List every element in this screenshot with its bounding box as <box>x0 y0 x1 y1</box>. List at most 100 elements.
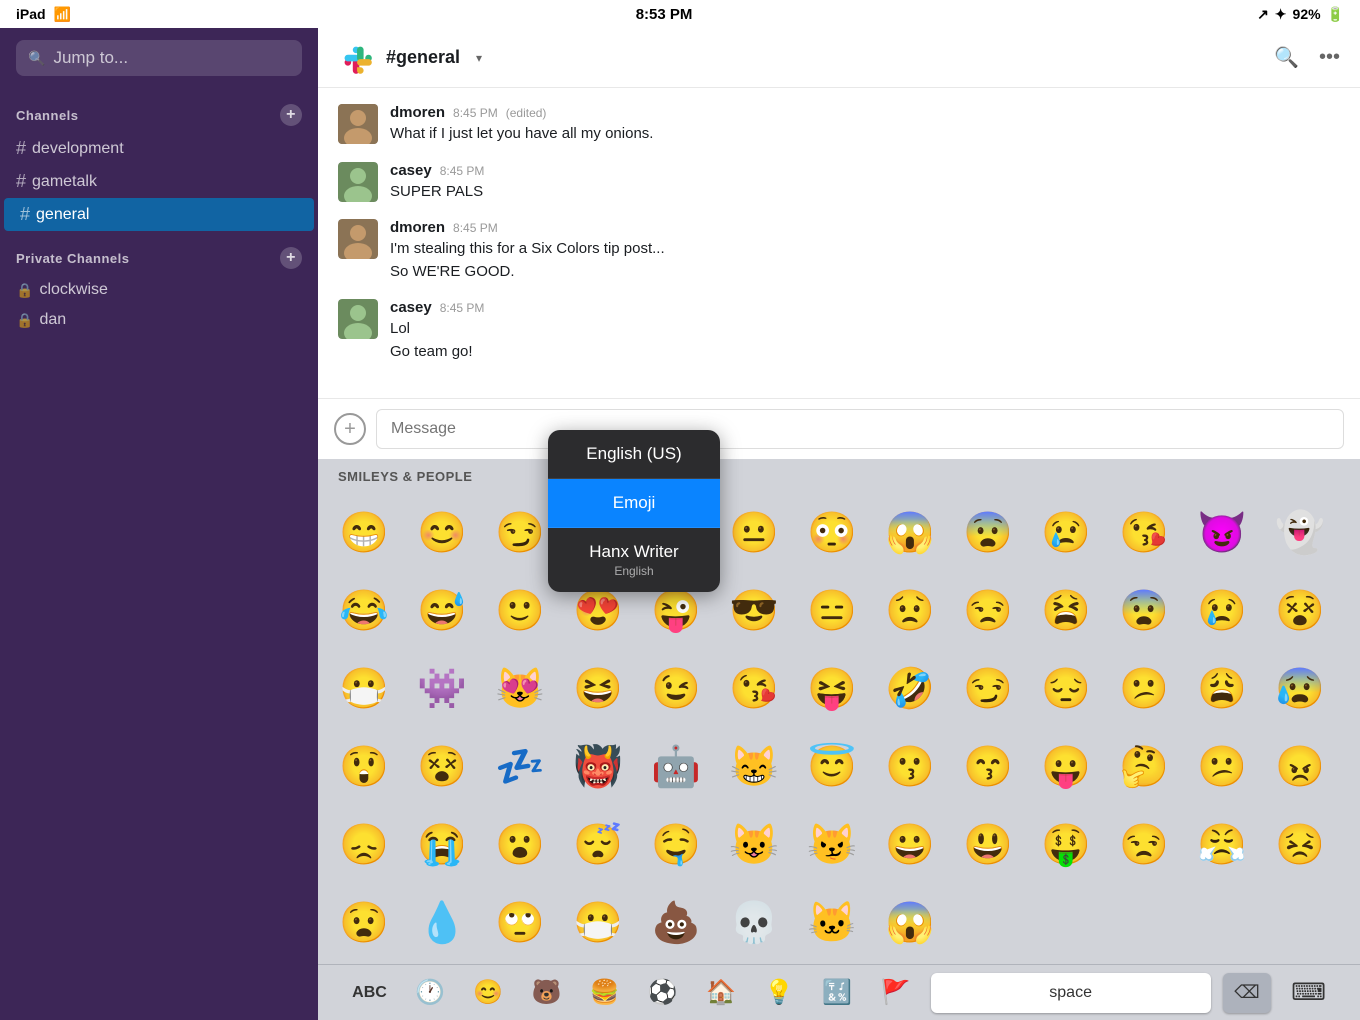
emoji-cell[interactable]: 😵 <box>404 728 480 804</box>
emoji-cell[interactable]: 😙 <box>950 728 1026 804</box>
emoji-cell[interactable]: 😕 <box>1184 728 1260 804</box>
emoji-cell[interactable]: 😟 <box>872 572 948 648</box>
emoji-cell[interactable]: 😰 <box>1262 650 1338 726</box>
emoji-cell[interactable]: 😘 <box>1106 494 1182 570</box>
emoji-cell[interactable]: 😉 <box>638 650 714 726</box>
emoji-cell[interactable]: 👻 <box>1262 494 1338 570</box>
emoji-cell[interactable]: 😣 <box>1262 806 1338 882</box>
flags-tab-button[interactable]: 🚩 <box>872 974 918 1011</box>
emoji-cell[interactable]: 🤖 <box>638 728 714 804</box>
emoji-cell[interactable]: 😷 <box>560 884 636 960</box>
emoji-cell[interactable]: 😐 <box>716 494 792 570</box>
emoji-cell[interactable]: 💤 <box>482 728 558 804</box>
keyboard-dismiss-icon[interactable]: ⌨ <box>1283 974 1334 1011</box>
emoji-cell[interactable]: 😨 <box>1106 572 1182 648</box>
keyboard-toolbar: ABC 🕐 😊 🐻 🍔 ⚽ 🏠 💡 🔣 🚩 space ⌫ ⌨ <box>318 964 1360 1020</box>
emoji-cell[interactable]: 😗 <box>872 728 948 804</box>
emoji-cell[interactable]: 😫 <box>1028 572 1104 648</box>
message-input[interactable] <box>376 409 1344 449</box>
emoji-cell[interactable]: 😏 <box>950 650 1026 726</box>
more-options-icon[interactable]: ••• <box>1319 46 1340 69</box>
emoji-cell[interactable]: 💩 <box>638 884 714 960</box>
emoji-cell[interactable]: 😼 <box>794 806 870 882</box>
sidebar-item-gametalk[interactable]: # gametalk <box>0 165 318 198</box>
emoji-cell[interactable]: 😒 <box>950 572 1026 648</box>
emoji-cell[interactable]: 👾 <box>404 650 480 726</box>
emoji-cell[interactable]: 😁 <box>326 494 402 570</box>
channel-dropdown-icon[interactable]: ▾ <box>476 51 482 65</box>
symbols-tab-button[interactable]: 🔣 <box>814 974 860 1011</box>
smiley-tab-button[interactable]: 😊 <box>465 974 511 1011</box>
emoji-cell[interactable]: 💧 <box>404 884 480 960</box>
emoji-cell[interactable]: 😠 <box>1262 728 1338 804</box>
emoji-cell[interactable]: 😮 <box>482 806 558 882</box>
emoji-cell[interactable]: 😆 <box>560 650 636 726</box>
emoji-cell[interactable]: 🙄 <box>482 884 558 960</box>
recent-emoji-button[interactable]: 🕐 <box>407 974 453 1011</box>
message-time: 8:45 PM <box>440 164 485 178</box>
add-private-channel-button[interactable]: + <box>280 247 302 269</box>
emoji-cell[interactable]: 😘 <box>716 650 792 726</box>
sidebar-item-clockwise[interactable]: 🔒 clockwise <box>0 275 318 305</box>
emoji-cell[interactable]: 😃 <box>950 806 1026 882</box>
emoji-cell[interactable]: 😢 <box>1184 572 1260 648</box>
emoji-cell[interactable]: 😷 <box>326 650 402 726</box>
emoji-cell[interactable]: 😱 <box>872 884 948 960</box>
travel-tab-button[interactable]: 🏠 <box>698 974 744 1011</box>
emoji-cell[interactable]: 😲 <box>326 728 402 804</box>
emoji-cell[interactable]: 😈 <box>1184 494 1260 570</box>
emoji-cell[interactable]: 😇 <box>794 728 870 804</box>
emoji-cell[interactable]: 😢 <box>1028 494 1104 570</box>
delete-button[interactable]: ⌫ <box>1223 973 1271 1013</box>
emoji-cell[interactable]: 🤤 <box>638 806 714 882</box>
emoji-cell[interactable]: 😅 <box>404 572 480 648</box>
emoji-cell[interactable]: 😤 <box>1184 806 1260 882</box>
emoji-cell[interactable]: 😒 <box>1106 806 1182 882</box>
search-header-icon[interactable]: 🔍 <box>1274 45 1299 70</box>
emoji-cell[interactable]: 👹 <box>560 728 636 804</box>
add-channel-button[interactable]: + <box>280 104 302 126</box>
emoji-cell[interactable]: 😑 <box>794 572 870 648</box>
emoji-cell[interactable]: 😱 <box>872 494 948 570</box>
emoji-cell[interactable]: 😊 <box>404 494 480 570</box>
emoji-cell[interactable]: 😔 <box>1028 650 1104 726</box>
emoji-cell[interactable]: 💀 <box>716 884 792 960</box>
emoji-cell[interactable]: 🤣 <box>872 650 948 726</box>
sidebar-item-development[interactable]: # development <box>0 132 318 165</box>
emoji-cell[interactable]: 😞 <box>326 806 402 882</box>
sidebar-item-general[interactable]: # general <box>4 198 314 231</box>
emoji-cell[interactable]: 😏 <box>482 494 558 570</box>
emoji-cell[interactable]: 😝 <box>794 650 870 726</box>
emoji-cell[interactable]: 😎 <box>716 572 792 648</box>
emoji-cell[interactable]: 😩 <box>1184 650 1260 726</box>
emoji-cell[interactable]: 😂 <box>326 572 402 648</box>
emoji-cell[interactable]: 🤑 <box>1028 806 1104 882</box>
sports-tab-button[interactable]: ⚽ <box>640 974 686 1011</box>
lang-option-emoji[interactable]: Emoji <box>548 479 720 528</box>
emoji-cell[interactable]: 🐱 <box>794 884 870 960</box>
emoji-cell[interactable]: 😕 <box>1106 650 1182 726</box>
emoji-cell[interactable]: 😛 <box>1028 728 1104 804</box>
lang-option-english[interactable]: English (US) <box>548 430 720 479</box>
sidebar-item-dan[interactable]: 🔒 dan <box>0 305 318 335</box>
abc-button[interactable]: ABC <box>344 980 395 1006</box>
emoji-cell[interactable]: 😭 <box>404 806 480 882</box>
emoji-cell[interactable]: 😴 <box>560 806 636 882</box>
message-add-button[interactable]: + <box>334 413 366 445</box>
emoji-cell[interactable]: 🙂 <box>482 572 558 648</box>
emoji-cell[interactable]: 😵 <box>1262 572 1338 648</box>
lang-option-hanx[interactable]: Hanx Writer English <box>548 528 720 592</box>
emoji-cell[interactable]: 😳 <box>794 494 870 570</box>
emoji-cell[interactable]: 😻 <box>482 650 558 726</box>
emoji-cell[interactable]: 😸 <box>716 728 792 804</box>
emoji-cell[interactable]: 😺 <box>716 806 792 882</box>
emoji-cell[interactable]: 😨 <box>950 494 1026 570</box>
jump-to-search[interactable]: 🔍 Jump to... <box>16 40 302 76</box>
emoji-cell[interactable]: 🤔 <box>1106 728 1182 804</box>
animals-tab-button[interactable]: 🐻 <box>523 974 569 1011</box>
food-tab-button[interactable]: 🍔 <box>582 974 628 1011</box>
space-button[interactable]: space <box>931 973 1211 1013</box>
objects-tab-button[interactable]: 💡 <box>756 974 802 1011</box>
emoji-cell[interactable]: 😧 <box>326 884 402 960</box>
emoji-cell[interactable]: 😀 <box>872 806 948 882</box>
